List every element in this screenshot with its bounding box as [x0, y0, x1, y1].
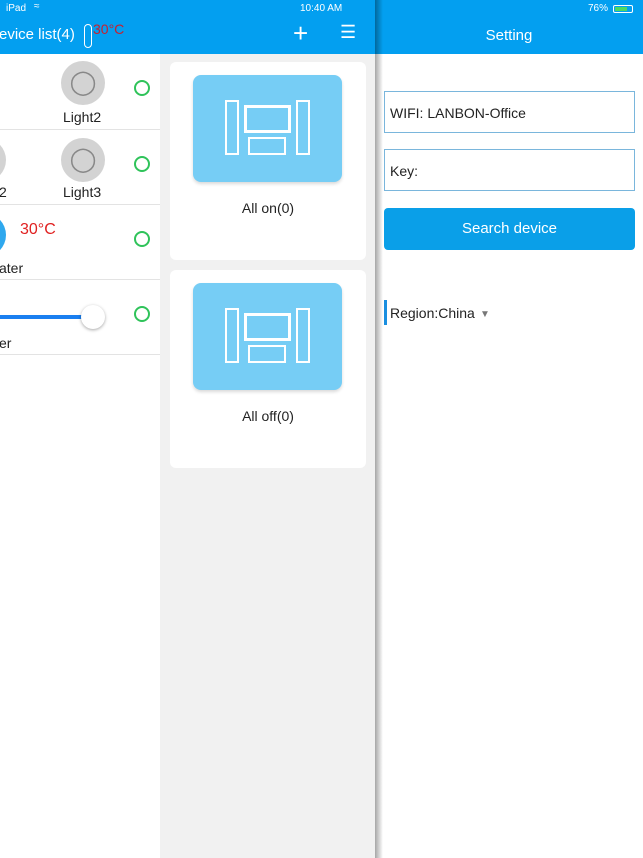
heater-icon[interactable]: [0, 213, 6, 257]
device-label: Light2: [63, 109, 102, 125]
header-temperature: 30°C: [93, 21, 125, 37]
device-label: Light3: [63, 184, 102, 200]
setting-title: Setting: [485, 27, 533, 44]
online-status-icon: [134, 306, 150, 322]
device-label: ater: [0, 260, 24, 276]
dropdown-arrow-icon[interactable]: ▼: [480, 309, 490, 320]
wifi-label: WIFI:: [390, 105, 424, 121]
home-theater-icon[interactable]: [193, 75, 342, 182]
device-row[interactable]: 2 ◯ Light3: [0, 130, 160, 205]
device-row[interactable]: ◯ Light2: [0, 55, 160, 130]
heater-temperature: 30°C: [20, 221, 56, 238]
scene-card-all-on[interactable]: All on(0): [170, 62, 366, 260]
light-bulb-icon[interactable]: ◯: [61, 138, 105, 182]
device-row[interactable]: er: [0, 280, 160, 355]
wifi-value: LANBON-Office: [427, 105, 526, 121]
device-name: iPad: [6, 3, 27, 14]
dimmer-slider-track[interactable]: [0, 315, 90, 319]
thermometer-icon: [84, 24, 92, 48]
device-label: er: [0, 335, 12, 351]
scene-label: All off(0): [242, 408, 294, 424]
region-select[interactable]: Region:China: [390, 305, 475, 321]
wifi-field[interactable]: WIFI: LANBON-Office: [384, 91, 635, 133]
device-list-panel: evice list(4) 30°C + ☰ ◯ Light2 2 ◯ Ligh…: [0, 0, 375, 858]
scene-label: All on(0): [241, 200, 295, 216]
key-field[interactable]: Key:: [384, 149, 635, 191]
device-list-title: evice list(4): [0, 26, 75, 43]
wifi-icon: ≈: [34, 1, 40, 12]
region-marker: [384, 300, 387, 325]
key-label: Key:: [390, 163, 419, 179]
light-bulb-icon[interactable]: ◯: [61, 61, 105, 105]
battery-icon: [613, 5, 633, 13]
battery-percent: 76%: [588, 3, 609, 14]
device-label: 2: [0, 184, 7, 200]
scene-card-all-off[interactable]: All off(0): [170, 270, 366, 468]
panel-shadow: [375, 0, 383, 858]
menu-icon[interactable]: ☰: [340, 22, 356, 43]
scene-panel: All on(0) All off(0): [160, 54, 375, 858]
dimmer-slider-knob[interactable]: [81, 305, 105, 329]
search-device-button[interactable]: Search device: [384, 208, 635, 250]
online-status-icon: [134, 80, 150, 96]
add-icon[interactable]: +: [293, 18, 308, 49]
online-status-icon: [134, 156, 150, 172]
clock: 10:40 AM: [300, 3, 343, 14]
home-theater-icon[interactable]: [193, 283, 342, 390]
light-bulb-icon[interactable]: [0, 138, 6, 182]
online-status-icon: [134, 231, 150, 247]
device-row[interactable]: 30°C ater: [0, 205, 160, 280]
